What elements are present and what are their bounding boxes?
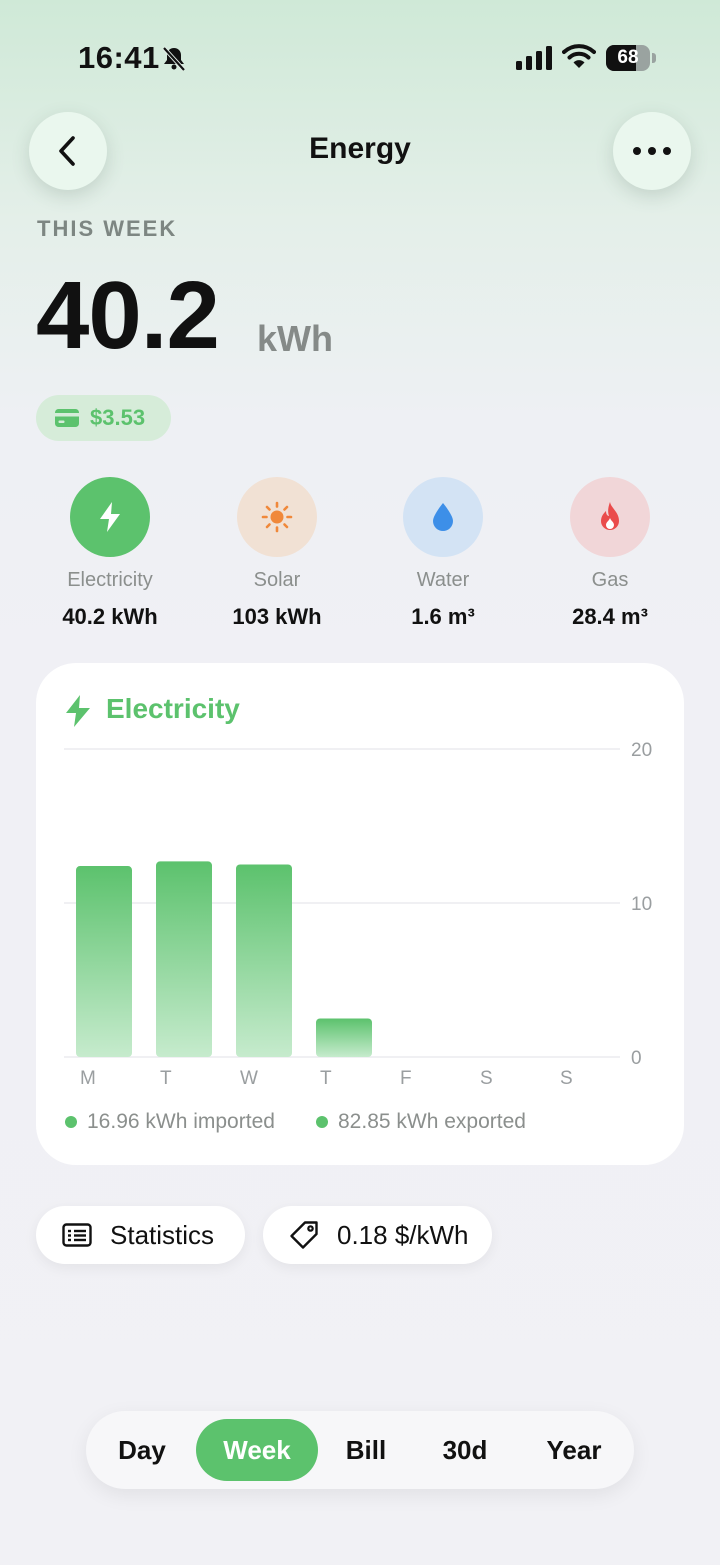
battery-body: 68 bbox=[606, 45, 650, 71]
category-electricity[interactable]: Electricity 40.2 kWh bbox=[30, 477, 190, 630]
tag-icon bbox=[290, 1221, 318, 1249]
statistics-button[interactable]: Statistics bbox=[36, 1206, 245, 1264]
x-tick-label: T bbox=[160, 1068, 172, 1089]
total-consumption-unit: kWh bbox=[257, 318, 333, 359]
period-label: THIS WEEK bbox=[37, 216, 178, 241]
category-label: Water bbox=[416, 569, 470, 591]
status-time: 16:41 bbox=[78, 40, 160, 75]
chart-bar[interactable] bbox=[316, 1018, 372, 1058]
battery-indicator: 68 bbox=[606, 45, 656, 71]
x-tick-label: T bbox=[320, 1068, 332, 1089]
x-tick-label: M bbox=[80, 1068, 96, 1089]
range-option-week[interactable]: Week bbox=[196, 1419, 318, 1481]
sun-icon bbox=[261, 501, 293, 533]
legend-imported: 16.96 kWh imported bbox=[65, 1110, 275, 1134]
price-label: 0.18 $/kWh bbox=[337, 1219, 469, 1250]
category-water[interactable]: Water 1.6 m³ bbox=[363, 477, 523, 630]
legend-dot bbox=[65, 1116, 77, 1128]
battery-cap bbox=[652, 53, 656, 63]
status-bar: 16:41 68 bbox=[0, 0, 720, 110]
range-option-year[interactable]: Year bbox=[524, 1419, 624, 1481]
page-title: Energy bbox=[309, 132, 411, 165]
statistics-label: Statistics bbox=[110, 1219, 215, 1250]
category-solar-circle bbox=[237, 477, 317, 557]
category-value: 103 kWh bbox=[232, 604, 322, 629]
more-options-button[interactable] bbox=[613, 112, 691, 190]
category-value: 1.6 m³ bbox=[411, 604, 475, 629]
credit-card-icon bbox=[55, 409, 79, 427]
range-selector: Day Week Bill 30d Year bbox=[86, 1411, 634, 1489]
list-icon bbox=[62, 1223, 92, 1247]
x-tick-label: F bbox=[400, 1068, 412, 1089]
category-value: 28.4 m³ bbox=[572, 604, 648, 629]
category-value: 40.2 kWh bbox=[62, 604, 158, 629]
water-drop-icon bbox=[433, 503, 453, 531]
x-tick-label: W bbox=[240, 1068, 258, 1089]
y-tick-label: 10 bbox=[631, 894, 652, 915]
x-tick-label: S bbox=[560, 1068, 573, 1089]
category-label: Solar bbox=[253, 569, 301, 591]
chart-bar[interactable] bbox=[156, 861, 212, 1057]
ellipsis-icon bbox=[633, 147, 671, 155]
category-electricity-circle bbox=[70, 477, 150, 557]
total-consumption-value: 40.2 bbox=[36, 262, 220, 369]
battery-percent: 68 bbox=[617, 47, 639, 68]
category-water-circle bbox=[403, 477, 483, 557]
bell-slash-icon bbox=[162, 46, 186, 72]
category-label: Gas bbox=[591, 569, 629, 591]
wifi-icon bbox=[562, 44, 596, 68]
y-tick-label: 0 bbox=[631, 1048, 642, 1069]
range-option-day[interactable]: Day bbox=[96, 1419, 188, 1481]
category-gas-circle bbox=[570, 477, 650, 557]
cost-value: $3.53 bbox=[90, 405, 146, 430]
legend-exported: 82.85 kWh exported bbox=[316, 1110, 526, 1134]
category-gas[interactable]: Gas 28.4 m³ bbox=[530, 477, 690, 630]
bolt-icon bbox=[100, 502, 120, 532]
cellular-signal-icon bbox=[516, 46, 552, 70]
range-option-30d[interactable]: 30d bbox=[416, 1419, 514, 1481]
chart-bar[interactable] bbox=[76, 866, 132, 1057]
price-button[interactable]: 0.18 $/kWh bbox=[263, 1206, 492, 1264]
legend-exported-label: 82.85 kWh exported bbox=[338, 1110, 526, 1133]
flame-icon bbox=[601, 502, 619, 530]
cost-badge: $3.53 bbox=[36, 395, 171, 441]
legend-imported-label: 16.96 kWh imported bbox=[87, 1110, 275, 1133]
y-tick-label: 20 bbox=[631, 740, 652, 761]
legend-dot bbox=[316, 1116, 328, 1128]
chart-bar[interactable] bbox=[236, 864, 292, 1058]
range-option-bill[interactable]: Bill bbox=[324, 1419, 408, 1481]
x-tick-label: S bbox=[480, 1068, 493, 1089]
electricity-bar-chart: 20 10 0 M T W T F S S bbox=[64, 740, 652, 1089]
category-solar[interactable]: Solar 103 kWh bbox=[197, 477, 357, 630]
category-label: Electricity bbox=[67, 569, 153, 591]
